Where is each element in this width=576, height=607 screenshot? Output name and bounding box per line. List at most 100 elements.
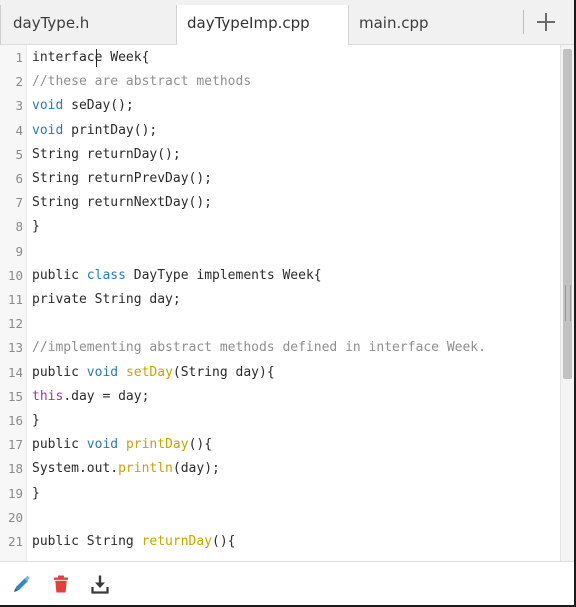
code-text: public void printDay(){ <box>32 433 212 457</box>
trash-icon[interactable] <box>50 573 72 595</box>
code-text: String returnNextDay(); <box>32 191 212 215</box>
code-line[interactable]: 15 this.day = day; <box>0 385 560 409</box>
code-token: //these are abstract methods <box>32 74 252 90</box>
line-number: 6 <box>15 171 23 186</box>
code-line[interactable]: 13 //implementing abstract methods define… <box>0 336 560 360</box>
text-cursor <box>96 49 97 67</box>
plus-icon[interactable] <box>530 6 562 38</box>
code-token: this <box>32 388 64 404</box>
code-text: this.day = day; <box>32 385 149 409</box>
line-number: 19 <box>7 485 23 501</box>
line-number: 14 <box>7 364 23 380</box>
code-token: (day); <box>172 461 220 477</box>
tab-daytypeimp-cpp[interactable]: dayTypeImp.cpp <box>176 5 349 46</box>
code-token: printDay <box>125 437 189 453</box>
line-number: 9 <box>15 243 23 259</box>
code-line[interactable]: 8} <box>0 215 560 239</box>
code-line[interactable]: 11 private String day; <box>0 288 560 312</box>
code-token: .day = day; <box>63 388 150 404</box>
code-line[interactable]: 21 public String returnDay(){ <box>0 530 560 554</box>
code-token: seDay(); <box>63 98 134 114</box>
code-text: interface Week{ <box>32 46 149 70</box>
code-line[interactable]: 3 void seDay(); <box>0 94 560 118</box>
code-text: public void setDay(String day){ <box>32 361 275 385</box>
code-token: String returnNextDay(); <box>32 195 213 211</box>
code-line[interactable]: 9 <box>0 240 560 264</box>
code-line[interactable]: 12 <box>0 312 560 336</box>
code-text: System.out.println(day); <box>32 457 220 481</box>
line-number: 3 <box>15 98 23 114</box>
code-line[interactable]: 14 public void setDay(String day){ <box>0 361 560 385</box>
line-number: 16 <box>7 413 23 428</box>
code-token: } <box>32 485 40 501</box>
code-text: public String returnDay(){ <box>32 530 236 554</box>
code-line[interactable]: 20 <box>0 506 560 530</box>
code-editor[interactable]: 1 interface Week{ 2 //these are abstract me… <box>0 45 574 561</box>
code-text: String returnPrevDay(); <box>32 167 212 191</box>
code-line[interactable]: 17 public void printDay(){ <box>0 433 560 457</box>
line-number: 5 <box>15 146 23 162</box>
code-line[interactable]: 19} <box>0 482 560 506</box>
code-text: } <box>32 215 40 239</box>
code-token: public <box>32 364 87 380</box>
code-token: public <box>32 267 87 283</box>
tab-divider <box>523 10 524 34</box>
code-text: } <box>32 482 40 506</box>
download-icon[interactable] <box>89 573 111 595</box>
line-number: 11 <box>7 292 23 307</box>
line-number: 17 <box>7 437 23 453</box>
line-number: 7 <box>15 195 23 211</box>
code-token: private String day; <box>32 292 181 307</box>
bottom-toolbar <box>0 561 574 605</box>
line-number: 2 <box>15 74 23 90</box>
line-number: 10 <box>7 267 23 283</box>
code-token: void <box>32 122 64 138</box>
tab-main-cpp[interactable]: main.cpp <box>349 5 525 45</box>
code-token: (String day){ <box>172 364 275 380</box>
pencil-icon[interactable] <box>11 573 33 595</box>
line-number: 15 <box>7 388 23 404</box>
code-token: (){ <box>188 437 213 453</box>
code-token: String returnDay(); <box>32 146 181 162</box>
code-token: System.out. <box>32 461 119 477</box>
code-text: //implementing abstract methods defined … <box>32 336 486 360</box>
code-text: void seDay(); <box>32 94 134 118</box>
line-number: 4 <box>15 122 23 138</box>
code-token: returnDay <box>141 534 213 549</box>
code-text: private String day; <box>32 288 181 312</box>
code-token: } <box>32 219 40 235</box>
line-number: 13 <box>7 340 23 356</box>
code-line[interactable]: 4 void printDay(); <box>0 119 560 143</box>
code-line[interactable]: 5 String returnDay(); <box>0 143 560 167</box>
scrollbar-grip-icon <box>565 285 571 321</box>
line-number: 8 <box>15 219 23 235</box>
code-token: (){ <box>212 534 236 549</box>
code-token: setDay <box>125 364 173 380</box>
code-token: String returnPrevDay(); <box>32 171 213 186</box>
code-text: void printDay(); <box>32 119 157 143</box>
vertical-scrollbar[interactable] <box>560 45 574 561</box>
code-token: println <box>118 461 173 477</box>
code-line[interactable]: 7 String returnNextDay(); <box>0 191 560 215</box>
code-line[interactable]: 10 public class DayType implements Week{ <box>0 264 560 288</box>
code-text: String returnDay(); <box>32 143 181 167</box>
code-text: //these are abstract methods <box>32 70 251 94</box>
code-line[interactable]: 6 String returnPrevDay(); <box>0 167 560 191</box>
code-token: public String <box>32 534 142 549</box>
code-token: DayType implements Week{ <box>125 267 322 283</box>
scrollbar-thumb[interactable] <box>563 49 572 379</box>
code-line[interactable]: 16} <box>0 409 560 433</box>
code-text: public class DayType implements Week{ <box>32 264 322 288</box>
tab-bar: dayType.h dayTypeImp.cpp main.cpp <box>0 0 574 46</box>
code-token: public <box>32 437 87 453</box>
line-number: 21 <box>7 534 23 549</box>
code-token: } <box>32 413 40 428</box>
code-editor-window: dayType.h dayTypeImp.cpp main.cpp 1 inter… <box>0 0 576 607</box>
code-line[interactable]: 1 interface Week{ <box>0 46 560 70</box>
tab-daytype-h[interactable]: dayType.h <box>0 5 176 45</box>
code-line[interactable]: 2 //these are abstract methods <box>0 70 560 94</box>
code-token: void <box>86 364 119 380</box>
code-line[interactable]: 18 System.out.println(day); <box>0 457 560 481</box>
